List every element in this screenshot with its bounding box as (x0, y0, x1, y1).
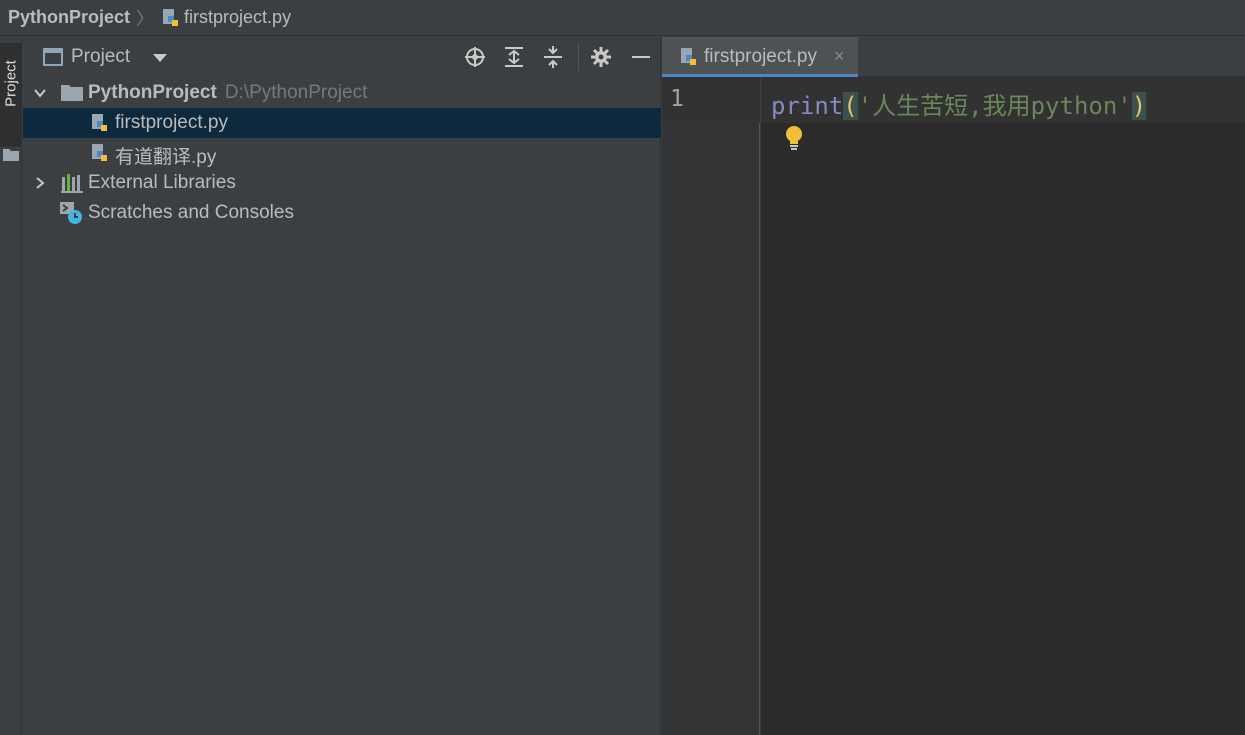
chevron-right-icon[interactable] (33, 176, 47, 190)
editor-tab-bar: firstproject.py × (662, 37, 1245, 77)
code-line[interactable]: print('人生苦短,我用python') (771, 86, 1147, 121)
folder-icon[interactable] (3, 149, 19, 161)
project-panel: Project PythonProject D:\PythonProject f… (23, 37, 661, 735)
code-close-paren: ) (1131, 92, 1147, 120)
tree-item-external-libraries-label: External Libraries (88, 172, 236, 193)
minimize-icon[interactable] (629, 45, 653, 69)
locate-icon[interactable] (463, 45, 487, 69)
python-file-icon (681, 48, 696, 65)
project-view-icon (43, 48, 63, 66)
collapse-all-icon[interactable] (541, 45, 565, 69)
code-open-paren: ( (843, 92, 858, 120)
left-tool-strip: Project (0, 37, 22, 735)
root-name: PythonProject (88, 82, 217, 103)
editor-tab[interactable]: firstproject.py × (662, 37, 858, 77)
editor-tab-label: firstproject.py (704, 46, 817, 67)
breadcrumb-file-label: firstproject.py (184, 7, 292, 27)
close-icon[interactable]: × (834, 46, 845, 67)
chevron-down-icon[interactable] (153, 54, 167, 62)
project-panel-header: Project (23, 37, 661, 77)
library-icon (61, 174, 83, 193)
breadcrumb-project[interactable]: PythonProject (8, 7, 130, 28)
code-string: '人生苦短,我用python' (857, 92, 1132, 120)
folder-icon (61, 85, 83, 101)
project-panel-title[interactable]: Project (71, 46, 130, 68)
tree-item-external-libraries[interactable]: External Libraries (23, 168, 661, 198)
python-file-icon (92, 144, 107, 161)
gear-icon[interactable] (589, 45, 613, 69)
tree-item-scratches[interactable]: Scratches and Consoles (23, 198, 661, 228)
code-editor[interactable]: print('人生苦短,我用python') (761, 77, 1245, 735)
lightbulb-icon[interactable] (783, 125, 805, 151)
tree-item-scratches-label: Scratches and Consoles (88, 202, 294, 223)
header-divider (578, 43, 579, 71)
python-file-icon (92, 114, 107, 131)
expand-all-icon[interactable] (502, 45, 526, 69)
code-function: print (771, 92, 844, 120)
project-tool-tab-label: Project (2, 60, 20, 107)
line-number-gutter: 1 (662, 77, 760, 735)
breadcrumb-file[interactable]: firstproject.py (160, 7, 291, 28)
breadcrumb: PythonProject 〉 firstproject.py (0, 0, 1245, 36)
root-path: D:\PythonProject (224, 82, 368, 103)
tree-item-root[interactable]: PythonProject D:\PythonProject (23, 78, 661, 108)
tree-item-file-label: 有道翻译.py (115, 147, 217, 168)
line-number: 1 (670, 86, 684, 112)
tree-item-file-label: firstproject.py (115, 112, 228, 133)
project-tool-tab[interactable]: Project (0, 43, 22, 147)
tree-item-root-label: PythonProject D:\PythonProject (88, 82, 367, 104)
chevron-down-icon[interactable] (33, 86, 47, 100)
breadcrumb-separator-icon: 〉 (136, 8, 155, 29)
python-file-icon (163, 8, 179, 26)
scratches-icon (60, 202, 82, 224)
tree-item-file[interactable]: 有道翻译.py (23, 138, 661, 168)
tree-item-file[interactable]: firstproject.py (23, 108, 661, 138)
